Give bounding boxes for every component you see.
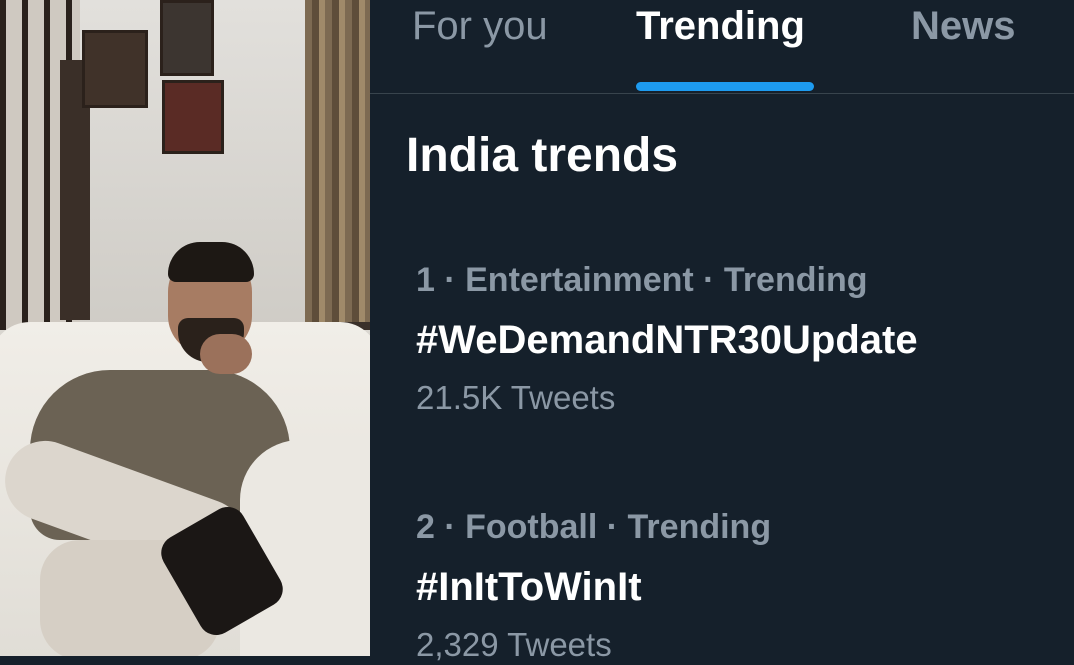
tab-label: News bbox=[911, 4, 1016, 48]
tab-for-you[interactable]: For you bbox=[370, 0, 606, 93]
trend-hashtag[interactable]: #InItToWinIt bbox=[416, 565, 1056, 609]
photo-curtain bbox=[305, 0, 370, 330]
profile-photo bbox=[0, 0, 370, 656]
section-title: India trends bbox=[406, 129, 679, 182]
photo-wall-frame bbox=[162, 80, 224, 154]
photo-wall-frame bbox=[160, 0, 214, 76]
tab-label: Trending bbox=[636, 4, 805, 48]
tab-news[interactable]: News bbox=[838, 0, 1074, 93]
photo-wall-frame bbox=[82, 30, 148, 108]
trend-meta: 1 · Entertainment · Trending bbox=[416, 261, 868, 299]
trend-tweet-count: 2,329 Tweets bbox=[416, 626, 612, 663]
tab-trending[interactable]: Trending bbox=[606, 0, 838, 93]
trend-tweet-count: 21.5K Tweets bbox=[416, 379, 616, 416]
explore-tabs: For you Trending News bbox=[370, 0, 1074, 94]
photo-person-hair bbox=[168, 242, 254, 282]
tab-label: For you bbox=[412, 4, 548, 48]
active-tab-indicator bbox=[636, 82, 814, 91]
trend-item[interactable]: 2 · Football · Trending #InItToWinIt 2,3… bbox=[416, 507, 1056, 665]
explore-panel: For you Trending News India trends 1 · E… bbox=[370, 0, 1074, 663]
trend-item[interactable]: 1 · Entertainment · Trending #WeDemandNT… bbox=[416, 260, 1056, 418]
photo-person-hand bbox=[200, 334, 252, 374]
trend-meta: 2 · Football · Trending bbox=[416, 508, 772, 546]
trend-hashtag[interactable]: #WeDemandNTR30Update bbox=[416, 318, 1056, 362]
